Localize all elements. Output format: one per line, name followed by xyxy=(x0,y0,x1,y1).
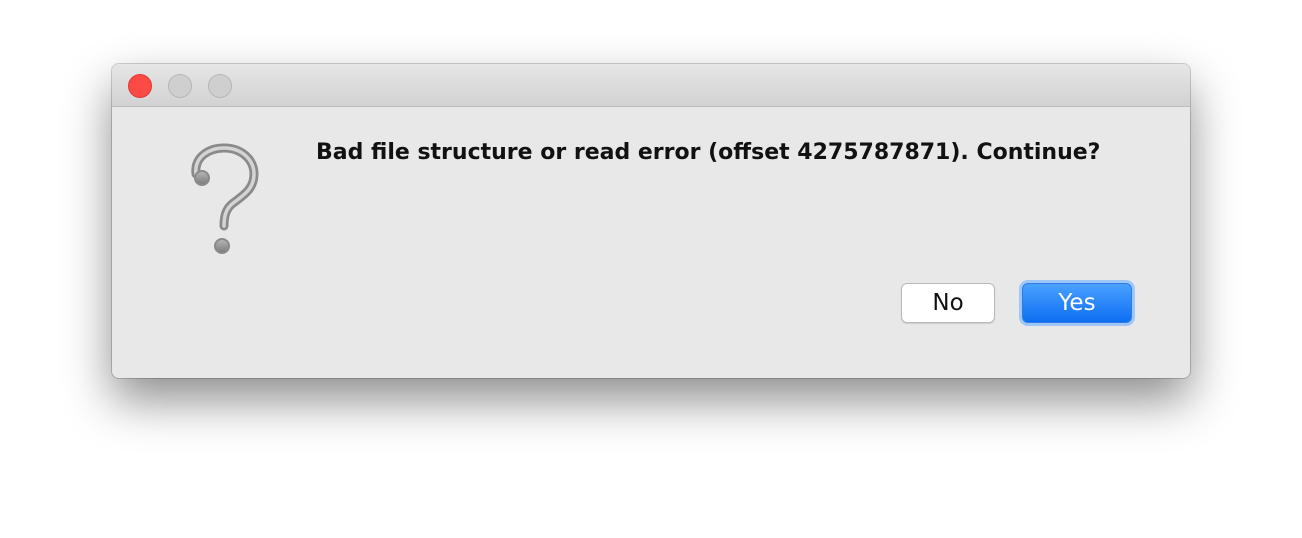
title-bar[interactable] xyxy=(112,64,1190,107)
minimize-window-button[interactable] xyxy=(168,74,192,98)
close-window-button[interactable] xyxy=(128,74,152,98)
question-mark-icon xyxy=(182,142,262,260)
no-button[interactable]: No xyxy=(901,283,995,323)
yes-button[interactable]: Yes xyxy=(1022,283,1132,323)
zoom-window-button[interactable] xyxy=(208,74,232,98)
dialog-window: Bad file structure or read error (offset… xyxy=(112,64,1190,378)
dialog-message: Bad file structure or read error (offset… xyxy=(316,140,1101,165)
